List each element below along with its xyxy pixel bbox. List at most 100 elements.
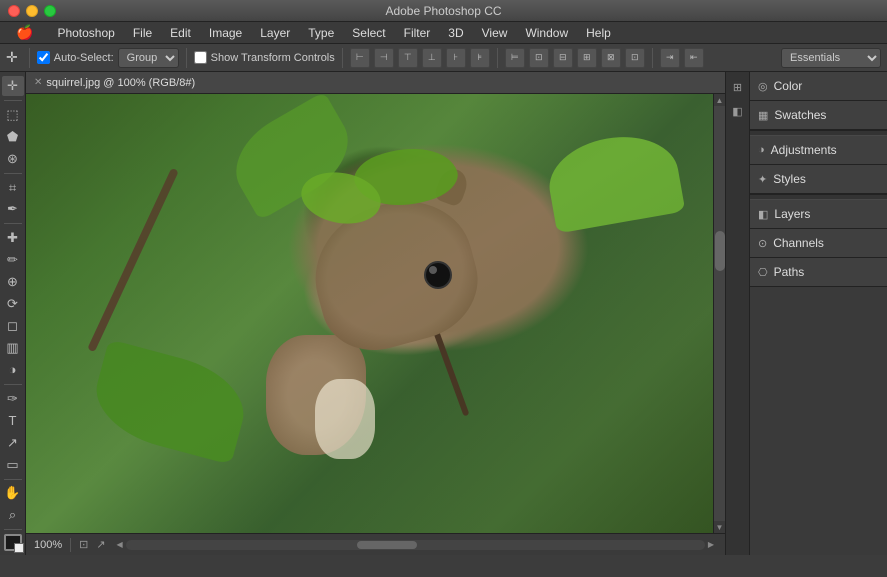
panel-icon-2[interactable]: ◧	[727, 100, 749, 122]
scroll-track-vertical[interactable]	[714, 106, 726, 521]
color-panel-group: ◎ Color	[750, 72, 887, 101]
menu-select[interactable]: Select	[344, 24, 393, 42]
pen-tool-btn[interactable]: ✑	[2, 389, 24, 409]
menu-help[interactable]: Help	[578, 24, 619, 42]
status-icon-1[interactable]: ⊡	[79, 538, 88, 551]
tab-close-btn[interactable]: ✕	[34, 77, 42, 88]
styles-panel-header[interactable]: ✦ Styles	[750, 165, 887, 193]
crop-tool-btn[interactable]: ⌗	[2, 178, 24, 198]
menu-layer[interactable]: Layer	[252, 24, 298, 42]
layers-panel-label: Layers	[774, 207, 879, 221]
marquee-tool-btn[interactable]: ⬚	[2, 105, 24, 125]
status-bar: 100% ⊡ ↗ ◀ ▶	[26, 533, 725, 555]
scroll-thumb-vertical[interactable]	[715, 231, 725, 271]
menu-photoshop[interactable]: Photoshop	[49, 24, 122, 42]
h-scroll-thumb[interactable]	[357, 541, 417, 549]
apple-menu[interactable]: 🍎	[8, 22, 41, 43]
align-left-btn[interactable]: ⊢	[350, 48, 370, 68]
maximize-button[interactable]	[44, 5, 56, 17]
hand-tool-btn[interactable]: ✋	[2, 483, 24, 503]
foreground-color-btn[interactable]	[4, 534, 22, 551]
workspace-dropdown[interactable]: Essentials Photography Design	[781, 48, 881, 68]
canvas-viewport: ▲ ▼	[26, 94, 725, 533]
distribute-top-btn[interactable]: ⊞	[577, 48, 597, 68]
menu-image[interactable]: Image	[201, 24, 250, 42]
paths-panel-group: ⎔ Paths	[750, 258, 887, 287]
adjustments-panel-icon: ◑	[758, 144, 765, 156]
brush-tool-btn[interactable]: ✏	[2, 250, 24, 270]
move-tool-btn[interactable]: ✛	[2, 76, 24, 96]
auto-select-dropdown[interactable]: Group Layer	[118, 48, 179, 68]
menu-window[interactable]: Window	[517, 24, 576, 42]
adjustments-panel-header[interactable]: ◑ Adjustments	[750, 136, 887, 164]
eyedropper-tool-btn[interactable]: ✒	[2, 200, 24, 220]
panel-icon-1[interactable]: ⊞	[727, 76, 749, 98]
transform-controls-checkbox-group[interactable]: Show Transform Controls	[194, 51, 335, 64]
scroll-right-arrow[interactable]: ▶	[705, 539, 717, 551]
h-scroll-track[interactable]	[126, 540, 705, 550]
menu-file[interactable]: File	[125, 24, 160, 42]
styles-panel-icon: ✦	[758, 173, 767, 186]
image-container[interactable]	[26, 94, 713, 533]
align-right-btn[interactable]: ⊤	[398, 48, 418, 68]
shape-tool-btn[interactable]: ▭	[2, 455, 24, 475]
tool-separator-1	[4, 100, 22, 101]
bottom-scrollbar[interactable]: ◀ ▶	[114, 539, 717, 551]
transform-controls-checkbox[interactable]	[194, 51, 207, 64]
menu-filter[interactable]: Filter	[396, 24, 439, 42]
channels-panel-header[interactable]: ⊙ Channels	[750, 229, 887, 257]
right-scrollbar[interactable]: ▲ ▼	[713, 94, 725, 533]
minimize-button[interactable]	[26, 5, 38, 17]
scroll-left-arrow[interactable]: ◀	[114, 539, 126, 551]
extra-btn-1[interactable]: ⇥	[660, 48, 680, 68]
paths-panel-header[interactable]: ⎔ Paths	[750, 258, 887, 286]
distribute-center-v-btn[interactable]: ⊠	[601, 48, 621, 68]
tab-filename: squirrel.jpg @ 100% (RGB/8#)	[46, 77, 195, 89]
status-separator-1	[70, 538, 71, 552]
clone-tool-btn[interactable]: ⊕	[2, 272, 24, 292]
distribute-center-h-btn[interactable]: ⊡	[529, 48, 549, 68]
eraser-tool-btn[interactable]: ◻	[2, 316, 24, 336]
panel-content: ◎ Color ▦ Swatches ◑ Adjustments	[750, 72, 887, 555]
canvas-image[interactable]	[26, 94, 713, 533]
align-center-v-btn[interactable]: ⊦	[446, 48, 466, 68]
menu-edit[interactable]: Edit	[162, 24, 199, 42]
align-center-h-btn[interactable]: ⊣	[374, 48, 394, 68]
history-tool-btn[interactable]: ⟳	[2, 294, 24, 314]
tool-separator-3	[4, 223, 22, 224]
layers-panel-group: ◧ Layers	[750, 200, 887, 229]
swatches-panel-header[interactable]: ▦ Swatches	[750, 101, 887, 129]
color-panel-icon: ◎	[758, 80, 768, 93]
auto-select-checkbox-group[interactable]: Auto-Select:	[37, 51, 114, 64]
healing-tool-btn[interactable]: ✚	[2, 228, 24, 248]
extra-btn-2[interactable]: ⇤	[684, 48, 704, 68]
menu-type[interactable]: Type	[300, 24, 342, 42]
zoom-tool-btn[interactable]: ⌕	[2, 505, 24, 525]
auto-select-checkbox[interactable]	[37, 51, 50, 64]
tool-separator-2	[4, 173, 22, 174]
distribute-left-btn[interactable]: ⊨	[505, 48, 525, 68]
gradient-tool-btn[interactable]: ▥	[2, 338, 24, 358]
quick-select-tool-btn[interactable]: ⊛	[2, 149, 24, 169]
styles-panel-label: Styles	[773, 172, 879, 186]
type-tool-btn[interactable]: T	[2, 411, 24, 431]
path-select-tool-btn[interactable]: ↗	[2, 433, 24, 453]
align-top-btn[interactable]: ⊥	[422, 48, 442, 68]
layers-panel-icon: ◧	[758, 208, 768, 221]
channels-panel-label: Channels	[773, 236, 879, 250]
burn-tool-btn[interactable]: ◑	[2, 360, 24, 380]
distribute-right-btn[interactable]: ⊟	[553, 48, 573, 68]
status-icon-2[interactable]: ↗	[96, 538, 105, 551]
align-bottom-btn[interactable]: ⊧	[470, 48, 490, 68]
distribute-bottom-btn[interactable]: ⊡	[625, 48, 645, 68]
color-panel-header[interactable]: ◎ Color	[750, 72, 887, 100]
scroll-down-arrow[interactable]: ▼	[714, 521, 726, 533]
menu-view[interactable]: View	[474, 24, 516, 42]
lasso-tool-btn[interactable]: ⬟	[2, 127, 24, 147]
scroll-up-arrow[interactable]: ▲	[714, 94, 726, 106]
canvas-area: ✕ squirrel.jpg @ 100% (RGB/8#)	[26, 72, 725, 555]
menu-3d[interactable]: 3D	[440, 24, 471, 42]
title-bar: Adobe Photoshop CC	[0, 0, 887, 22]
layers-panel-header[interactable]: ◧ Layers	[750, 200, 887, 228]
close-button[interactable]	[8, 5, 20, 17]
